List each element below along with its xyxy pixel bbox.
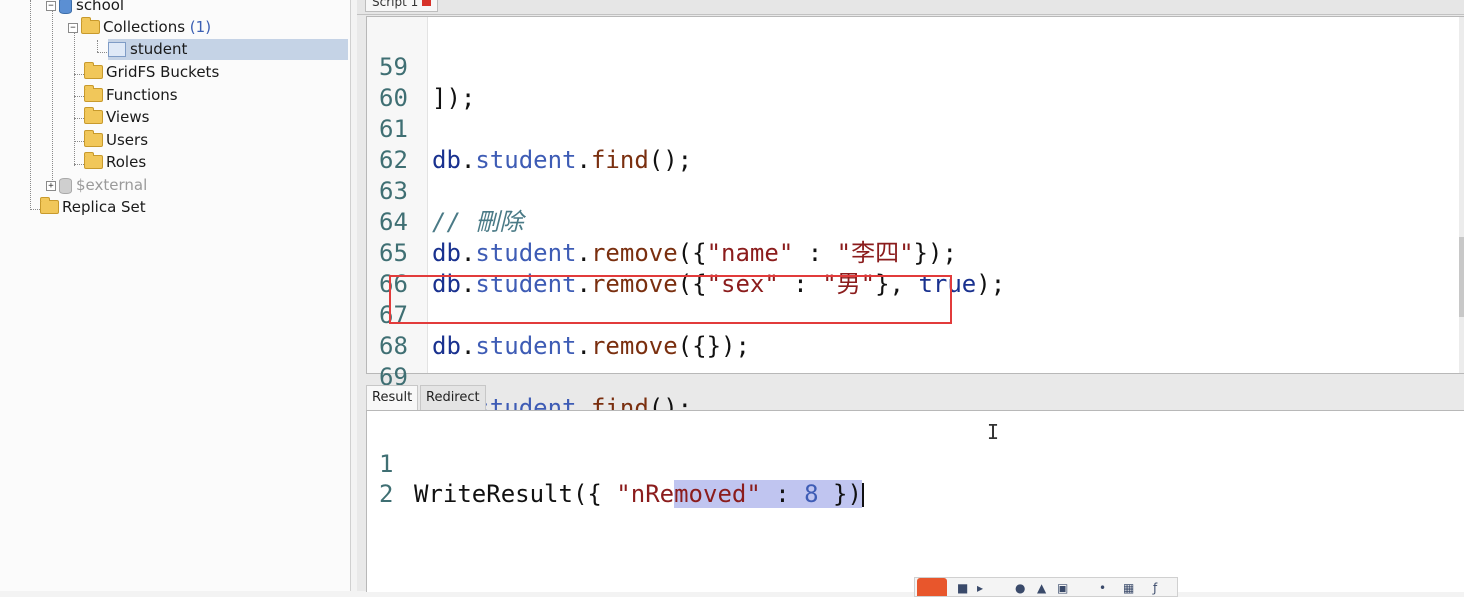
tree-node-school-db[interactable]: − school <box>46 0 124 16</box>
floating-toolbar: ■ ▸ ● ▲ ▣ • ▦ ƒ <box>914 577 1178 597</box>
code-line: 68 <box>367 300 1464 360</box>
grid-icon[interactable]: ▦ <box>1123 582 1135 594</box>
line-number: 2 <box>379 480 394 508</box>
folder-icon <box>84 151 103 169</box>
database-icon <box>59 0 72 14</box>
object-explorer-tree: − school − Collections (1) student GridFS … <box>0 0 351 591</box>
tree-node-label: Replica Set <box>62 198 146 216</box>
tab-script[interactable]: Script 1 <box>365 0 439 12</box>
code-line: 66 <box>367 238 1464 298</box>
tab-label: Script 1 <box>372 0 419 9</box>
arrow-icon[interactable]: ▸ <box>977 582 989 594</box>
result-panel[interactable]: 1 WriteResult({ "nRemoved" : 8 }) I 2 ■ … <box>366 410 1464 597</box>
tree-node-label: Collections <box>103 18 186 36</box>
circle-icon[interactable]: ● <box>1015 582 1027 594</box>
script-editor[interactable]: 59 ]); 60 61 db.student.find(); 62 63 //… <box>366 16 1464 422</box>
tree-node-label: Users <box>106 131 149 149</box>
tree-node-label: Views <box>106 108 150 126</box>
tree-node-label: GridFS Buckets <box>106 63 220 81</box>
expand-icon[interactable]: + <box>46 180 56 191</box>
code-line: 67 db.student.remove({}); <box>367 269 1464 360</box>
result-line: 1 WriteResult({ "nRemoved" : 8 }) I <box>367 419 1464 508</box>
folder-icon <box>84 106 103 124</box>
tree-node-users[interactable]: Users <box>84 129 149 151</box>
tree-node-label: school <box>76 0 125 14</box>
code-line: 69 db.student.find(); <box>367 331 1464 422</box>
upload-icon[interactable]: ▲ <box>1037 582 1049 594</box>
tree-node-collections[interactable]: − Collections (1) <box>68 16 212 38</box>
code-line: 61 db.student.find(); <box>367 83 1464 174</box>
script-tab-bar: Script 1 <box>357 0 1464 15</box>
database-icon <box>59 177 72 194</box>
result-line: 2 <box>367 449 1464 508</box>
tab-result[interactable]: Result <box>366 385 419 410</box>
format-icon[interactable]: ■ <box>957 582 969 594</box>
code-line: 64 db.student.remove({"name" : "李四"}); <box>367 176 1464 267</box>
folder-icon <box>40 196 59 214</box>
code-line: 60 <box>367 52 1464 112</box>
tree-node-label: Roles <box>106 153 147 171</box>
tree-node-label: Functions <box>106 86 178 104</box>
tree-node-functions[interactable]: Functions <box>84 84 178 106</box>
code-line: 63 // 刪除 <box>367 145 1464 236</box>
tree-node-label: student <box>130 40 188 58</box>
tree-node-external[interactable]: + $external <box>46 175 147 196</box>
close-icon[interactable] <box>422 0 432 6</box>
tree-node-views[interactable]: Views <box>84 106 150 128</box>
code-line: 62 <box>367 114 1464 174</box>
tree-node-roles[interactable]: Roles <box>84 151 147 173</box>
ibeam-cursor-icon: I <box>987 420 1000 444</box>
folder-icon <box>84 61 103 79</box>
tree-node-gridfs[interactable]: GridFS Buckets <box>84 61 220 83</box>
collapse-icon[interactable]: − <box>68 22 78 33</box>
folder-icon <box>84 129 103 147</box>
code-line: 59 ]); <box>367 21 1464 112</box>
collection-icon <box>108 42 126 57</box>
folder-icon <box>81 16 100 34</box>
result-text: WriteResult({ "nRemoved" : 8 }) <box>414 480 864 508</box>
text-cursor <box>861 483 864 507</box>
app-logo-icon <box>917 578 947 596</box>
editor-area: Script 1 59 ]); 60 61 db.student.find();… <box>357 0 1464 597</box>
tree-node-replica-set[interactable]: Replica Set <box>40 196 146 218</box>
tab-redirect-to-file[interactable]: Redirect to File <box>420 385 486 429</box>
pin-icon[interactable]: • <box>1099 582 1111 594</box>
function-icon[interactable]: ƒ <box>1153 582 1165 594</box>
tree-node-student[interactable]: student <box>108 39 348 60</box>
collection-count-badge: (1) <box>189 18 212 36</box>
code-line: 65 db.student.remove({"sex" : "男"}, true… <box>367 207 1464 298</box>
tree-node-label: $external <box>76 176 148 194</box>
folder-icon <box>84 84 103 102</box>
window-icon[interactable]: ▣ <box>1057 582 1069 594</box>
collapse-icon[interactable]: − <box>46 0 56 11</box>
